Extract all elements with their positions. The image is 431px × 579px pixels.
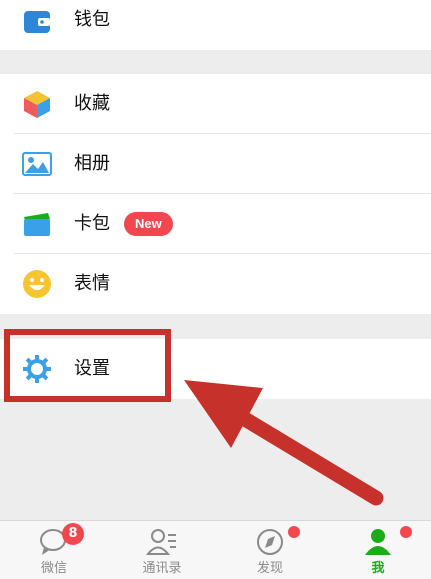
- menu-item-favorites-label: 收藏: [74, 93, 110, 114]
- tab-contacts[interactable]: 通讯录: [108, 521, 216, 579]
- tab-contacts-label: 通讯录: [142, 561, 182, 576]
- menu-item-wallet-label: 钱包: [74, 9, 110, 30]
- notification-dot: [288, 526, 300, 538]
- compass-icon: [254, 527, 286, 557]
- menu-item-stickers-label: 表情: [74, 273, 110, 294]
- bottom-tab-bar: 8 微信 通讯录 发现 我: [0, 520, 431, 579]
- tab-chats[interactable]: 8 微信: [0, 521, 108, 579]
- cube-icon: [22, 89, 52, 119]
- menu-item-wallet[interactable]: 钱包: [0, 0, 431, 50]
- features-group: 收藏 相册 卡包 表情: [0, 74, 431, 314]
- smiley-icon: [22, 269, 52, 299]
- wallet-group: 钱包: [0, 0, 431, 50]
- new-badge: New: [124, 212, 173, 236]
- menu-item-cards[interactable]: 卡包: [0, 194, 431, 254]
- picture-icon: [22, 149, 52, 179]
- tab-me[interactable]: 我: [324, 521, 431, 579]
- tab-discover[interactable]: 发现: [216, 521, 324, 579]
- menu-item-album[interactable]: 相册: [0, 134, 431, 194]
- contacts-icon: [145, 527, 178, 557]
- highlight-box: [4, 329, 171, 402]
- tab-me-label: 我: [371, 561, 385, 576]
- tab-discover-label: 发现: [256, 561, 283, 576]
- card-wallet-icon: [22, 209, 52, 239]
- tab-chats-label: 微信: [40, 561, 67, 576]
- menu-item-cards-label: 卡包: [74, 213, 110, 234]
- menu-item-stickers[interactable]: 表情: [0, 254, 431, 314]
- menu-item-album-label: 相册: [74, 153, 110, 174]
- wallet-icon: [22, 7, 52, 37]
- notification-dot: [400, 526, 412, 538]
- unread-count-badge: 8: [62, 523, 84, 545]
- menu-item-favorites[interactable]: 收藏: [0, 74, 431, 134]
- person-icon: [362, 527, 394, 557]
